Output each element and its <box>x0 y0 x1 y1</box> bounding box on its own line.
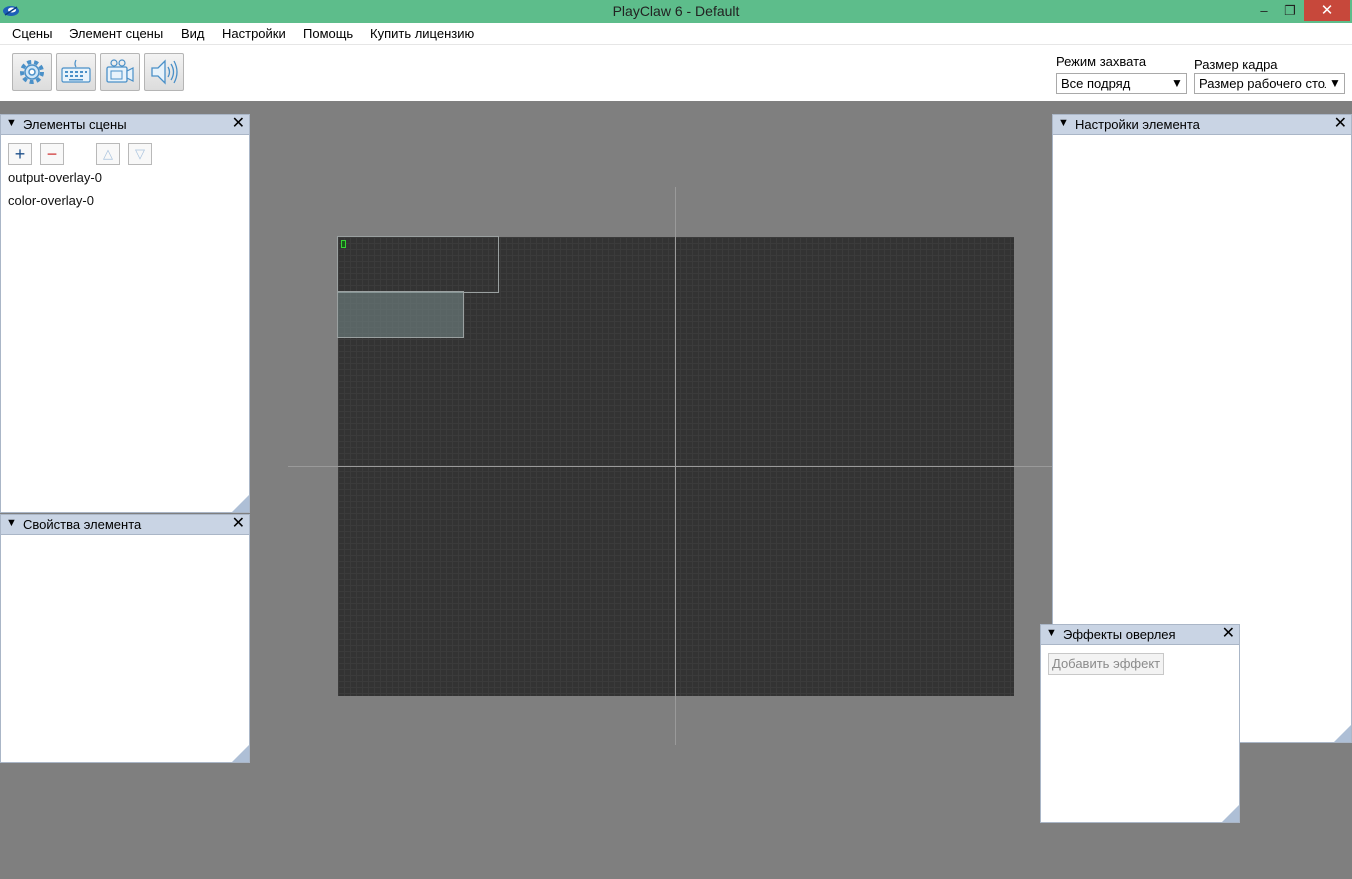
vertical-guide-line <box>675 187 676 745</box>
chevron-down-icon: ▼ <box>1326 74 1344 93</box>
menu-view[interactable]: Вид <box>181 26 205 41</box>
speaker-icon <box>151 59 178 85</box>
keyboard-icon <box>61 59 91 83</box>
close-icon[interactable]: ✕ <box>1334 115 1347 133</box>
menu-buy-license[interactable]: Купить лицензию <box>370 26 474 41</box>
collapse-icon[interactable]: ▼ <box>6 117 17 129</box>
panel-title: Эффекты оверлея <box>1063 627 1176 642</box>
frame-size-label: Размер кадра <box>1194 57 1278 72</box>
list-item[interactable]: color-overlay-0 <box>8 193 94 208</box>
horizontal-guide-line <box>288 466 1052 467</box>
hotkeys-tool-button[interactable] <box>56 53 96 91</box>
output-overlay-box[interactable] <box>337 236 499 293</box>
move-up-button[interactable]: △ <box>96 143 120 165</box>
close-icon[interactable]: ✕ <box>232 115 245 133</box>
resize-grip[interactable] <box>1334 725 1351 742</box>
frame-size-value: Размер рабочего стола <box>1199 76 1340 91</box>
menu-settings[interactable]: Настройки <box>222 26 286 41</box>
add-element-button[interactable]: + <box>8 143 32 165</box>
collapse-icon[interactable]: ▼ <box>1046 627 1057 639</box>
capture-mode-value: Все подряд <box>1061 76 1131 91</box>
capture-mode-select[interactable]: Все подряд ▼ <box>1056 73 1187 94</box>
camera-icon <box>106 59 134 83</box>
capture-mode-label: Режим захвата <box>1056 54 1147 69</box>
scene-elements-panel: ▼ Элементы сцены ✕ + − △ ▽ output-overla… <box>0 114 250 513</box>
maximize-button[interactable]: ❐ <box>1275 0 1305 21</box>
resize-grip[interactable] <box>232 495 249 512</box>
overlay-effects-panel: ▼ Эффекты оверлея ✕ Добавить эффект <box>1040 624 1240 823</box>
panel-header: ▼ Настройки элемента ✕ <box>1053 115 1351 135</box>
menu-scenes[interactable]: Сцены <box>12 26 52 41</box>
close-button[interactable]: ✕ <box>1304 0 1350 21</box>
gear-icon <box>20 60 44 84</box>
list-item[interactable]: output-overlay-0 <box>8 170 102 185</box>
title-bar: PlayClaw 6 - Default – ❐ ✕ <box>0 0 1352 23</box>
panel-header: ▼ Элементы сцены ✕ <box>1 115 249 135</box>
audio-tool-button[interactable] <box>144 53 184 91</box>
move-down-button[interactable]: ▽ <box>128 143 152 165</box>
panel-title: Свойства элемента <box>23 517 142 532</box>
menu-bar: Сцены Элемент сцены Вид Настройки Помощь… <box>0 23 1352 45</box>
panel-title: Настройки элемента <box>1075 117 1200 132</box>
frame-size-select[interactable]: Размер рабочего стола ▼ <box>1194 73 1345 94</box>
element-properties-panel: ▼ Свойства элемента ✕ <box>0 514 250 763</box>
resize-grip[interactable] <box>1222 805 1239 822</box>
collapse-icon[interactable]: ▼ <box>1058 117 1069 129</box>
panel-title: Элементы сцены <box>23 117 127 132</box>
menu-help[interactable]: Помощь <box>303 26 353 41</box>
close-icon[interactable]: ✕ <box>232 515 245 533</box>
collapse-icon[interactable]: ▼ <box>6 517 17 529</box>
panel-header: ▼ Свойства элемента ✕ <box>1 515 249 535</box>
window-title: PlayClaw 6 - Default <box>612 3 740 19</box>
panel-header: ▼ Эффекты оверлея ✕ <box>1041 625 1239 645</box>
video-tool-button[interactable] <box>100 53 140 91</box>
toolbar: Режим захвата Все подряд ▼ Размер кадра … <box>0 45 1352 101</box>
chevron-down-icon: ▼ <box>1168 74 1186 93</box>
resize-grip[interactable] <box>232 745 249 762</box>
add-effect-button[interactable]: Добавить эффект <box>1048 653 1165 675</box>
output-indicator <box>341 240 346 248</box>
settings-tool-button[interactable] <box>12 53 52 91</box>
remove-element-button[interactable]: − <box>40 143 64 165</box>
color-overlay-box[interactable] <box>337 291 464 338</box>
close-icon[interactable]: ✕ <box>1222 625 1235 643</box>
menu-scene-element[interactable]: Элемент сцены <box>69 26 163 41</box>
